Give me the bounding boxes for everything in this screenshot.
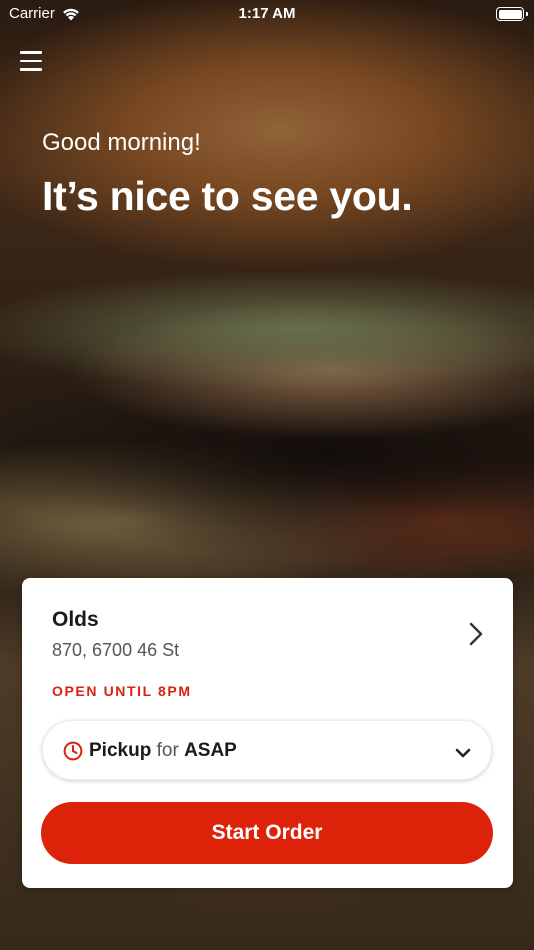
battery-icon xyxy=(496,7,528,21)
start-order-button[interactable]: Start Order xyxy=(41,802,493,864)
store-address: 870, 6700 46 St xyxy=(52,640,180,660)
pickup-summary: Pickup for ASAP xyxy=(89,740,237,762)
headline-text: It’s nice to see you. xyxy=(42,173,413,219)
pickup-mode: Pickup xyxy=(89,740,152,761)
store-name: Olds xyxy=(52,608,99,631)
clock-time: 1:17 AM xyxy=(238,5,296,22)
battery-level xyxy=(498,9,522,19)
location-card: Olds 870, 6700 46 St OPEN UNTIL 8PM Pick… xyxy=(22,578,513,888)
chevron-right-icon xyxy=(469,622,483,651)
pickup-connector: for xyxy=(156,740,179,761)
clock-icon xyxy=(63,741,83,766)
chevron-down-icon xyxy=(455,745,471,763)
status-bar: Carrier 1:17 AM xyxy=(0,0,534,30)
pickup-time-select[interactable]: Pickup for ASAP xyxy=(42,720,492,780)
hamburger-menu-icon[interactable] xyxy=(20,51,42,71)
greeting-text: Good morning! xyxy=(42,129,201,156)
open-status-badge: OPEN UNTIL 8PM xyxy=(52,683,192,699)
store-selector[interactable]: Olds 870, 6700 46 St xyxy=(22,578,513,678)
pickup-time: ASAP xyxy=(184,740,237,761)
